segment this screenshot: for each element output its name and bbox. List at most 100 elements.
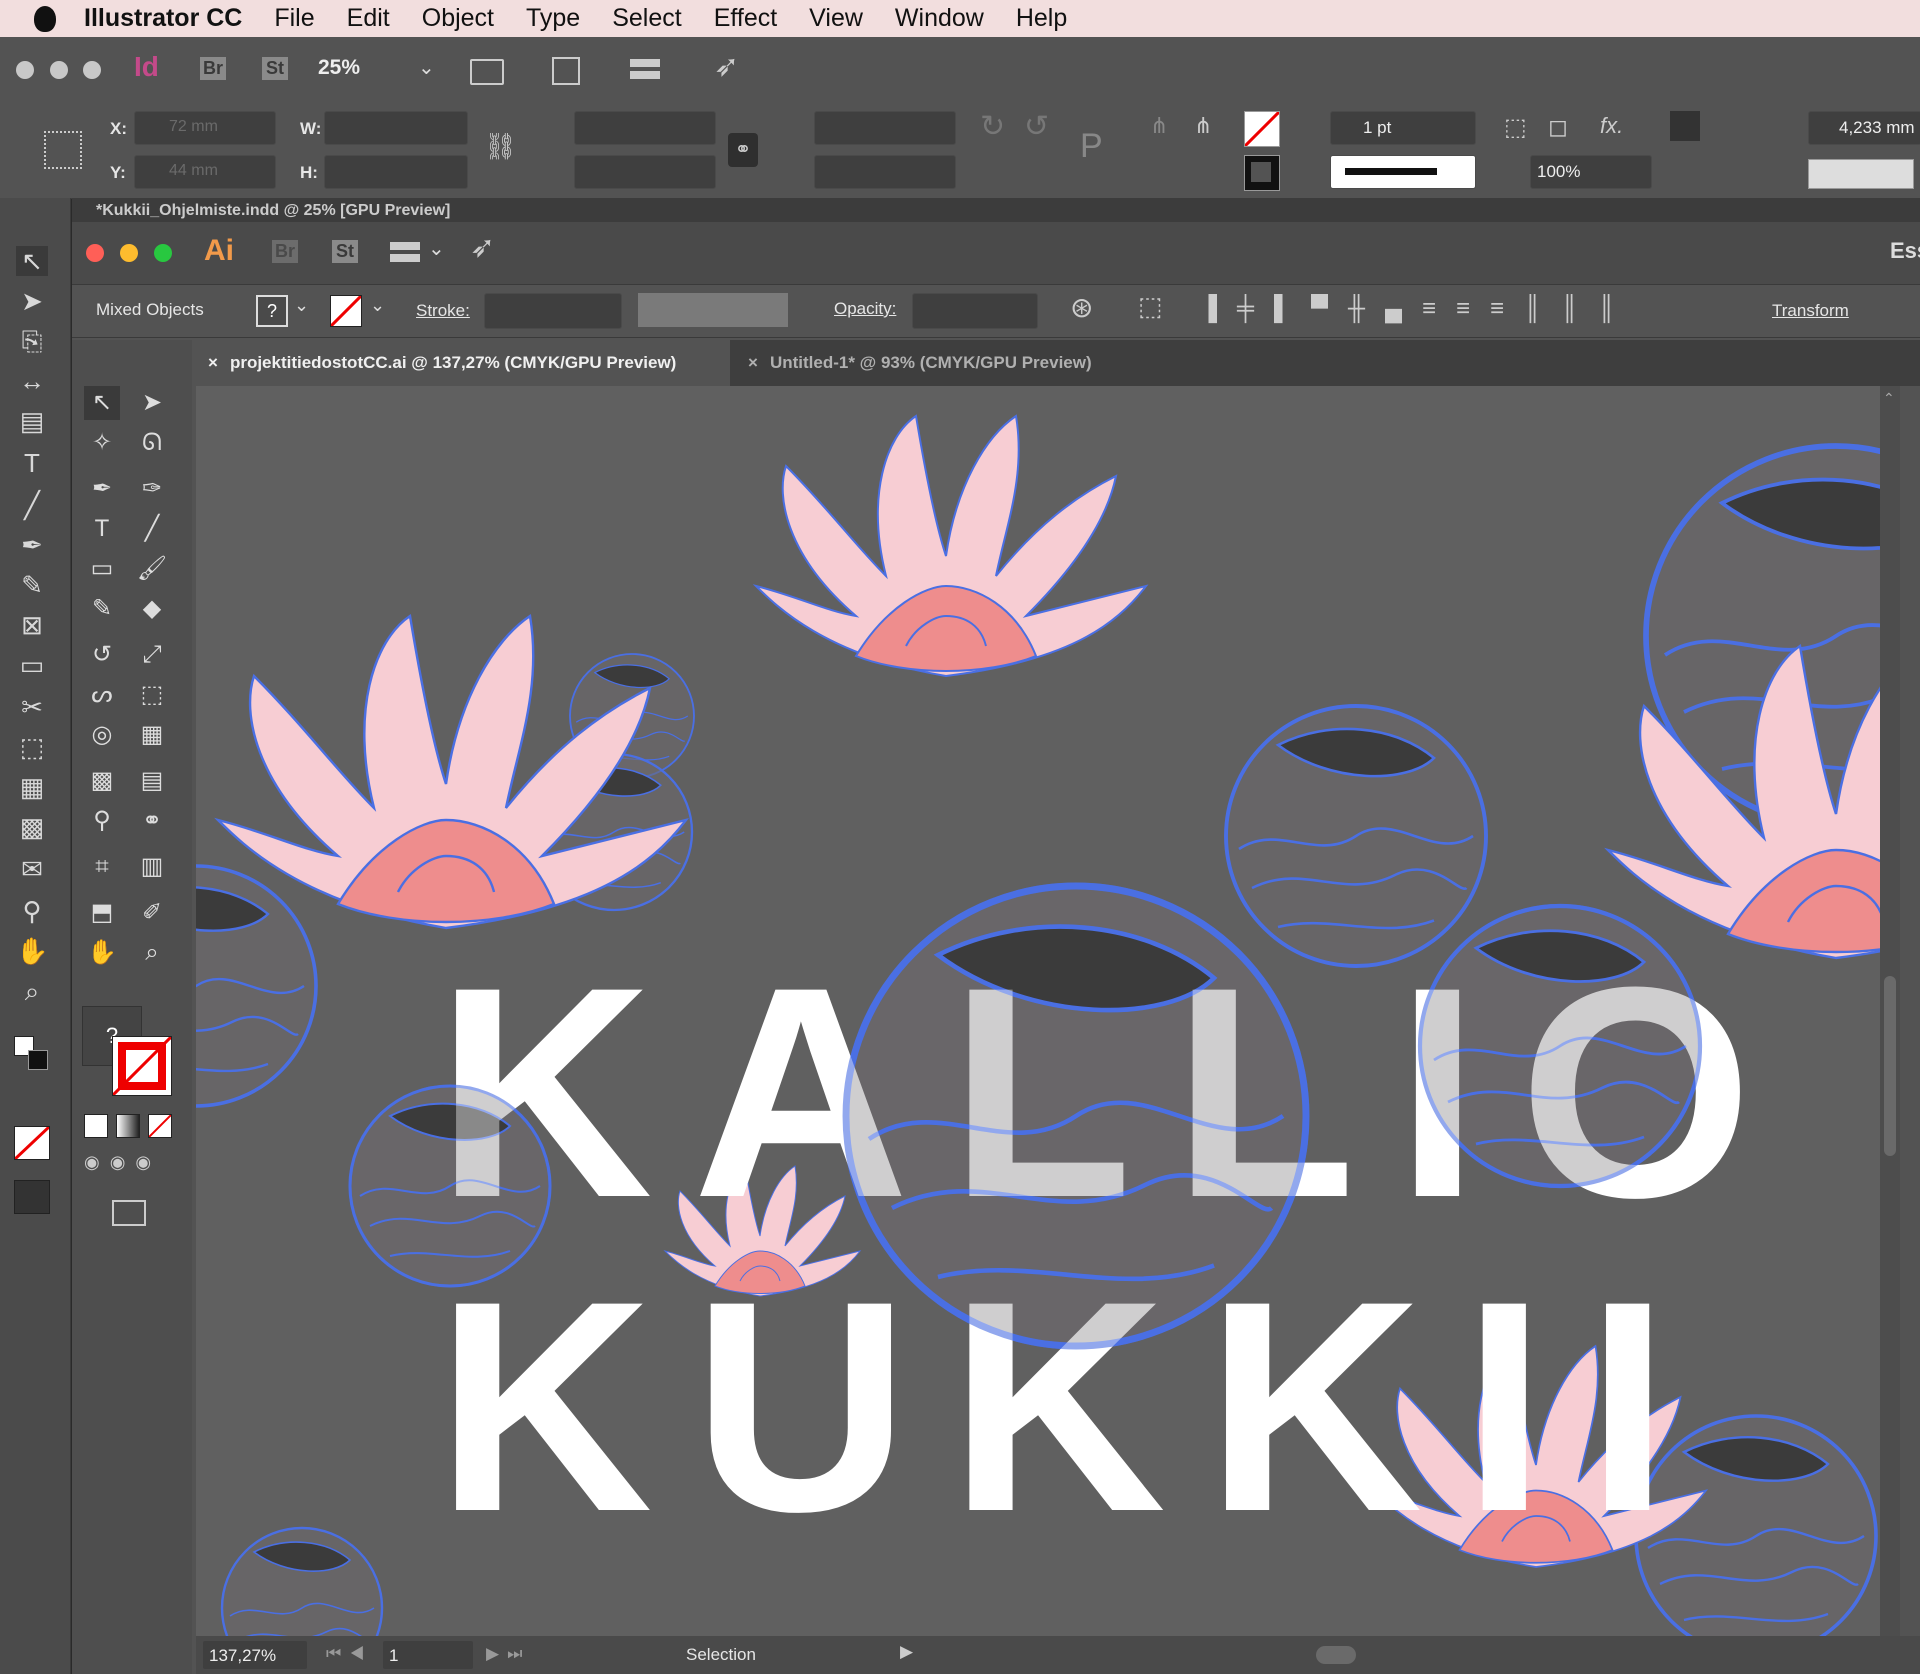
tab-untitled[interactable]: × Untitled-1* @ 93% (CMYK/GPU Preview) — [736, 340, 1336, 386]
zoom-tool-icon[interactable]: ⌕ — [16, 976, 48, 1006]
fill-stroke-swatches[interactable] — [14, 1036, 50, 1072]
gap-tool-icon[interactable]: ↔ — [16, 366, 48, 396]
zoom-window-button[interactable] — [154, 244, 172, 262]
zoom-level[interactable]: 25% — [318, 56, 360, 80]
color-mode-icon[interactable] — [84, 1114, 108, 1138]
screen-mode-icon[interactable] — [552, 57, 580, 85]
close-window-button[interactable] — [16, 61, 34, 79]
fill-swatch[interactable]: ? — [256, 295, 288, 327]
apply-none-icon[interactable] — [13, 1125, 51, 1161]
app-name[interactable]: Illustrator CC — [84, 4, 242, 33]
gradient-feather-tool-icon[interactable]: ▩ — [16, 812, 48, 842]
w-field[interactable] — [324, 111, 468, 145]
direct-selection-tool-icon[interactable]: ➤ — [16, 286, 48, 316]
align-buttons[interactable]: ▐╪▌▀╫▄≡≡≡║║║ — [1200, 295, 1720, 325]
gradient-mode-icon[interactable] — [116, 1114, 140, 1138]
close-icon[interactable]: × — [748, 353, 758, 372]
zoom-window-button[interactable] — [83, 61, 101, 79]
text-wrap-icon[interactable]: ⬚ — [1504, 113, 1527, 142]
eyedropper-tool-icon[interactable]: ⚲ — [84, 804, 120, 838]
shaper-tool-icon[interactable]: ✎ — [84, 592, 120, 626]
chevron-down-icon[interactable]: ⌄ — [418, 55, 435, 80]
lasso-tool-icon[interactable]: ᘏ — [134, 426, 170, 460]
h-field[interactable] — [324, 155, 468, 189]
selection-tool-icon[interactable]: ↖ — [84, 386, 120, 420]
constrain-proportions-icon[interactable]: ⛓ — [484, 131, 517, 162]
effects-icon[interactable]: fx. — [1600, 113, 1623, 139]
screen-mode-icon[interactable] — [14, 1180, 50, 1214]
selection-tool-icon[interactable]: ↖ — [16, 246, 48, 276]
publish-icon[interactable]: ➶ — [470, 230, 495, 265]
draw-modes[interactable]: ◉◉◉ — [84, 1152, 170, 1174]
vertical-scrollbar[interactable]: ⌃ — [1880, 386, 1900, 1636]
eyedropper-tool-icon[interactable]: ⚲ — [16, 896, 48, 926]
content-collector-icon[interactable]: ▤ — [16, 406, 48, 436]
stroke-type-select[interactable] — [1330, 155, 1476, 189]
align-left-icon[interactable] — [1670, 111, 1700, 141]
minimize-window-button[interactable] — [50, 61, 68, 79]
stroke-weight-field[interactable] — [484, 293, 622, 329]
perspective-grid-tool-icon[interactable]: ▦ — [134, 718, 170, 752]
workspace-switcher[interactable]: Ess — [1890, 238, 1920, 264]
stroke-label[interactable]: Stroke: — [416, 301, 470, 321]
menu-window[interactable]: Window — [895, 4, 984, 33]
line-tool-icon[interactable]: ╱ — [134, 512, 170, 546]
menu-view[interactable]: View — [809, 4, 863, 33]
stroke-none-swatch[interactable] — [329, 294, 363, 328]
arrange-documents-icon[interactable] — [630, 59, 660, 79]
menu-file[interactable]: File — [274, 4, 314, 33]
menu-select[interactable]: Select — [612, 4, 681, 33]
bridge-button[interactable]: Br — [200, 57, 227, 80]
frame-fitting-field[interactable] — [1808, 159, 1914, 189]
tab-projektitiedostot[interactable]: × projektitiedostotCC.ai @ 137,27% (CMYK/… — [196, 340, 730, 386]
menu-type[interactable]: Type — [526, 4, 580, 33]
minimize-window-button[interactable] — [120, 244, 138, 262]
rectangle-tool-icon[interactable]: ▭ — [84, 552, 120, 586]
scissors-tool-icon[interactable]: ✂ — [16, 692, 48, 722]
blend-tool-icon[interactable]: ⚭ — [134, 804, 170, 838]
align-to-icon[interactable]: ⬚ — [1138, 291, 1163, 322]
menu-edit[interactable]: Edit — [347, 4, 390, 33]
scrollbar-thumb[interactable] — [1884, 976, 1896, 1156]
bridge-button[interactable]: Br — [272, 240, 299, 263]
close-icon[interactable]: × — [208, 353, 218, 372]
hand-tool-icon[interactable]: ✋ — [16, 936, 48, 966]
page-tool-icon[interactable]: ⎘ — [16, 326, 48, 356]
menu-help[interactable]: Help — [1016, 4, 1067, 33]
status-menu-arrow[interactable]: ▶ — [900, 1642, 913, 1662]
gradient-swatch-tool-icon[interactable]: ▦ — [16, 772, 48, 802]
artboard-prev-buttons[interactable]: ⏮◀ — [326, 1644, 372, 1664]
column-graph-tool-icon[interactable]: ▥ — [134, 850, 170, 884]
opacity-field[interactable] — [912, 293, 1038, 329]
view-options-icon[interactable] — [470, 59, 504, 85]
scroll-up-arrow[interactable]: ⌃ — [1883, 390, 1895, 407]
scale-y-field[interactable] — [574, 155, 716, 189]
magic-wand-tool-icon[interactable]: ✧ — [84, 426, 120, 460]
symbol-sprayer-tool-icon[interactable]: ⌗ — [84, 850, 120, 884]
select-content-icon[interactable]: ⋔ — [1194, 113, 1212, 139]
eraser-tool-icon[interactable]: ◆ — [134, 592, 170, 626]
artboard-number-field[interactable]: 1 — [382, 1640, 474, 1670]
drop-shadow-icon[interactable]: ◻ — [1548, 113, 1568, 142]
menu-object[interactable]: Object — [422, 4, 494, 33]
arrange-documents-icon[interactable] — [390, 242, 420, 262]
chevron-down-icon[interactable]: ⌄ — [370, 295, 385, 316]
type-tool-icon[interactable]: T — [84, 512, 120, 546]
gradient-tool-icon[interactable]: ▤ — [134, 764, 170, 798]
paintbrush-tool-icon[interactable]: 🖌 — [134, 552, 170, 586]
pen-tool-icon[interactable]: ✒ — [84, 472, 120, 506]
change-screen-mode-icon[interactable] — [112, 1200, 146, 1226]
shape-builder-tool-icon[interactable]: ◎ — [84, 718, 120, 752]
close-window-button[interactable] — [86, 244, 104, 262]
artboard-canvas[interactable]: KALLIO KUKKII — [196, 386, 1880, 1636]
free-transform-tool-icon[interactable]: ⬚ — [16, 732, 48, 762]
zoom-field[interactable]: 137,27% — [202, 1640, 308, 1670]
artboard-tool-icon[interactable]: ⬒ — [84, 896, 120, 930]
artboard-next-buttons[interactable]: ▶⏭ — [486, 1644, 530, 1664]
free-transform-tool-icon[interactable]: ⬚ — [134, 678, 170, 712]
note-tool-icon[interactable]: ✉ — [16, 854, 48, 884]
curvature-tool-icon[interactable]: ✑ — [134, 472, 170, 506]
direct-selection-tool-icon[interactable]: ➤ — [134, 386, 170, 420]
menu-effect[interactable]: Effect — [714, 4, 777, 33]
scale-x-field[interactable] — [574, 111, 716, 145]
